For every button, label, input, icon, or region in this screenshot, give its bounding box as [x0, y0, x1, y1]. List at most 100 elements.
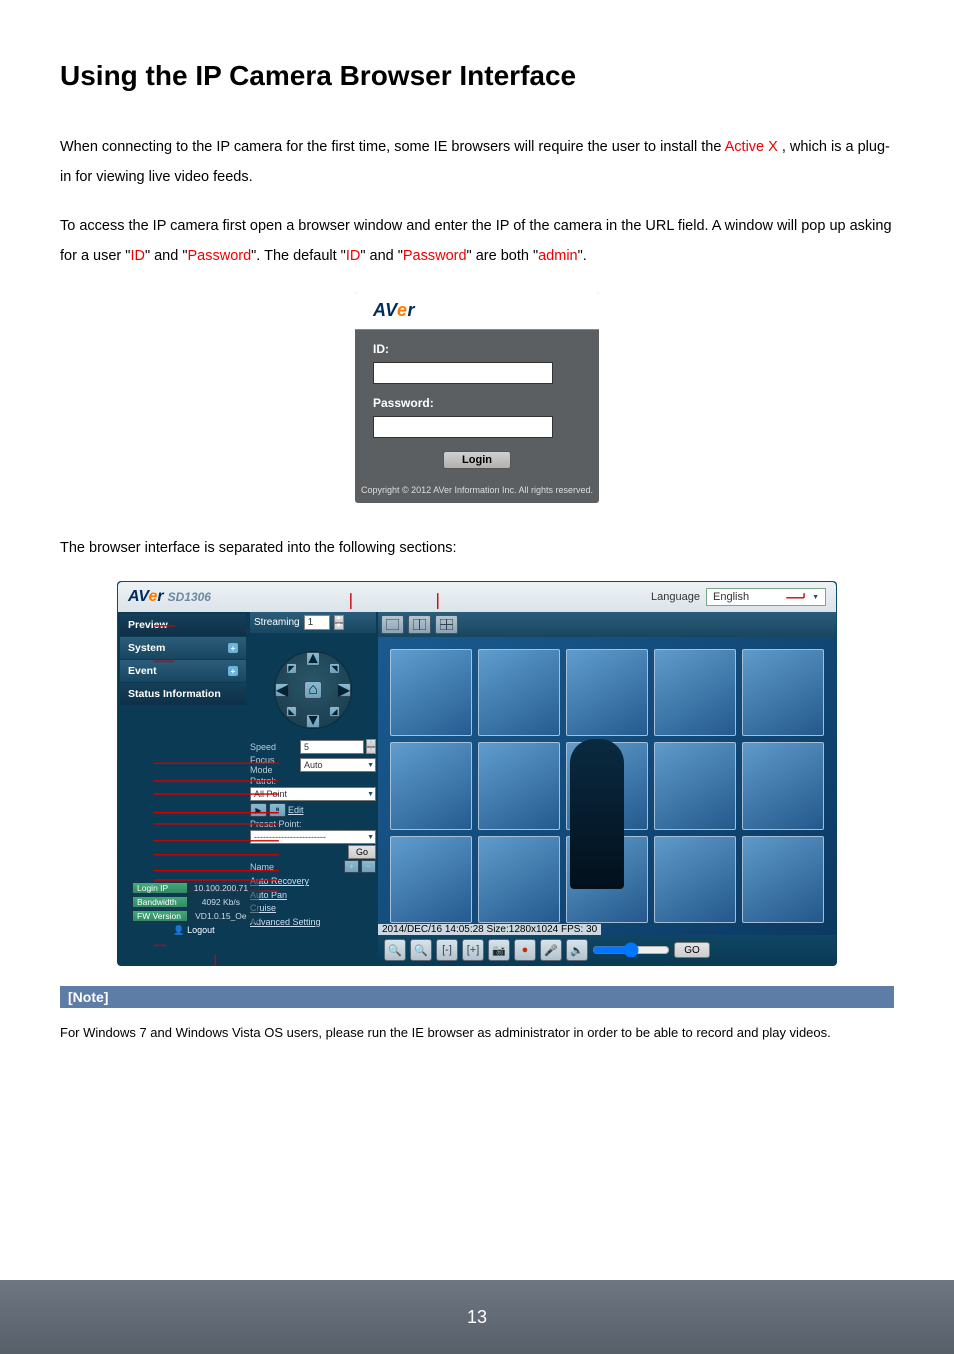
p2-e: " are both ": [467, 248, 539, 264]
page-footer: 13: [0, 1280, 954, 1354]
chevron-down-icon: ▼: [367, 791, 374, 798]
sidebar: Preview System + Event+ Status Informatio…: [118, 612, 248, 965]
toolbar-go-button[interactable]: GO: [674, 942, 710, 958]
note-text: For Windows 7 and Windows Vista OS users…: [60, 1008, 894, 1044]
add-preset-button[interactable]: +: [344, 860, 359, 873]
ptz-up-button[interactable]: ▲: [306, 652, 320, 666]
paragraph-1: When connecting to the IP camera for the…: [60, 132, 894, 193]
video-preview: 2014/DEC/16 14:05:28 Size:1280x1024 FPS:…: [378, 637, 836, 935]
sidebar-item-preview[interactable]: Preview: [120, 614, 246, 636]
logout-link[interactable]: 👤 Logout: [129, 923, 259, 938]
sidebar-item-event[interactable]: Event+: [120, 660, 246, 682]
plus-icon: +: [228, 643, 238, 653]
aver-logo: AVer: [128, 588, 164, 606]
language-select[interactable]: English ▼: [706, 588, 826, 606]
password-input[interactable]: [373, 416, 553, 438]
speed-input[interactable]: 5: [300, 740, 364, 754]
preset-select[interactable]: ------------------------▼: [250, 830, 376, 844]
speed-label: Speed: [250, 742, 298, 752]
mic-button[interactable]: 🎤: [540, 939, 562, 961]
ptz-down-button[interactable]: ▼: [306, 714, 320, 728]
patrol-select[interactable]: All Point▼: [250, 787, 376, 801]
paragraph-3: The browser interface is separated into …: [60, 533, 894, 563]
p2-admin: admin: [538, 248, 578, 264]
p2-id2: ID: [346, 248, 361, 264]
main-heading: Using the IP Camera Browser Interface: [60, 60, 894, 92]
pause-button[interactable]: ⏸: [269, 803, 286, 817]
auto-pan-link[interactable]: Auto Pan: [250, 889, 376, 903]
advanced-setting-link[interactable]: Advanced Setting: [250, 916, 376, 930]
sidebar-event-label: Event: [128, 665, 157, 677]
p1-a: When connecting to the IP camera for the…: [60, 139, 725, 155]
language-label: Language: [651, 591, 700, 603]
ptz-left-button[interactable]: ◀: [275, 683, 289, 697]
speaker-button[interactable]: 🔈: [566, 939, 588, 961]
password-label: Password:: [373, 396, 581, 410]
video-timestamp: 2014/DEC/16 14:05:28 Size:1280x1024 FPS:…: [378, 924, 601, 935]
ptz-upleft-button[interactable]: ◤: [286, 663, 297, 674]
spin-down-icon[interactable]: ▼: [366, 747, 376, 755]
fw-value: VD1.0.15_Oe: [187, 911, 255, 921]
focus-near-button[interactable]: [-]: [436, 939, 458, 961]
cruise-link[interactable]: Cruise: [250, 902, 376, 916]
p2-c: ". The default ": [251, 248, 346, 264]
sidebar-preview-label: Preview: [128, 619, 168, 631]
sidebar-item-system[interactable]: System +: [120, 637, 246, 659]
chevron-down-icon: ▼: [812, 594, 819, 601]
zoom-in-button[interactable]: 🔍: [410, 939, 432, 961]
ptz-downleft-button[interactable]: ◣: [286, 706, 297, 717]
preset-value: ------------------------: [254, 832, 326, 842]
sidebar-status-label: Status Information: [128, 688, 221, 700]
ptz-upright-button[interactable]: ◥: [329, 663, 340, 674]
remove-preset-button[interactable]: −: [361, 860, 376, 873]
record-button[interactable]: ●: [514, 939, 536, 961]
snapshot-button[interactable]: 📷: [488, 939, 510, 961]
focus-mode-value: Auto: [304, 760, 323, 770]
spin-down-icon[interactable]: ▼: [334, 623, 344, 631]
video-toolbar: 🔍 🔍 [-] [+] 📷 ● 🎤 🔈 GO: [378, 935, 836, 965]
name-label: Name: [250, 862, 298, 872]
bandwidth-value: 4092 Kb/s: [187, 897, 255, 907]
model-label: SD1306: [168, 590, 211, 604]
spin-up-icon[interactable]: ▲: [334, 615, 344, 623]
ptz-right-button[interactable]: ▶: [337, 683, 351, 697]
id-label: ID:: [373, 342, 581, 356]
patrol-label: Patrol:: [250, 776, 276, 786]
layout-split-button[interactable]: [408, 615, 431, 634]
login-header: AVer: [355, 292, 599, 330]
ptz-home-button[interactable]: ⌂: [304, 681, 322, 699]
play-button[interactable]: ▶: [250, 803, 267, 817]
layout-quad-button[interactable]: [435, 615, 458, 634]
logout-label: Logout: [187, 925, 215, 935]
volume-slider[interactable]: [592, 942, 670, 958]
p2-f: ".: [578, 248, 587, 264]
preset-go-button[interactable]: Go: [348, 845, 376, 859]
bandwidth-label: Bandwidth: [133, 897, 187, 907]
controls-column: Streaming 1 ▲▼ ▲ ▼ ◀ ▶ ◤ ◥ ◣ ◢ ⌂: [248, 612, 378, 965]
preset-label: Preset Point:: [250, 819, 302, 829]
id-input[interactable]: [373, 362, 553, 384]
ptz-downright-button[interactable]: ◢: [329, 706, 340, 717]
login-dialog: AVer ID: Password: Login Copyright © 201…: [355, 292, 599, 503]
p2-b: " and ": [145, 248, 188, 264]
focus-far-button[interactable]: [+]: [462, 939, 484, 961]
p2-d: " and ": [360, 248, 403, 264]
sidebar-item-status[interactable]: Status Information: [120, 683, 246, 705]
streaming-label: Streaming: [254, 617, 300, 628]
zoom-out-button[interactable]: 🔍: [384, 939, 406, 961]
p2-pw2: Password: [403, 248, 467, 264]
edit-link[interactable]: Edit: [288, 805, 304, 815]
login-button[interactable]: Login: [443, 451, 511, 469]
sidebar-system-label: System: [128, 642, 165, 654]
auto-recovery-link[interactable]: Auto Recovery: [250, 875, 376, 889]
note-title: [Note]: [60, 986, 894, 1008]
login-ip-value: 10.100.200.71: [187, 883, 255, 893]
p1-activex: Active X: [725, 139, 778, 155]
focus-mode-select[interactable]: Auto▼: [300, 758, 376, 772]
page-number: 13: [467, 1307, 487, 1328]
spin-up-icon[interactable]: ▲: [366, 739, 376, 747]
streaming-value[interactable]: 1: [304, 615, 330, 630]
ptz-dial: ▲ ▼ ◀ ▶ ◤ ◥ ◣ ◢ ⌂: [274, 651, 352, 729]
p2-pw: Password: [187, 248, 251, 264]
layout-1x1-button[interactable]: [381, 615, 404, 634]
